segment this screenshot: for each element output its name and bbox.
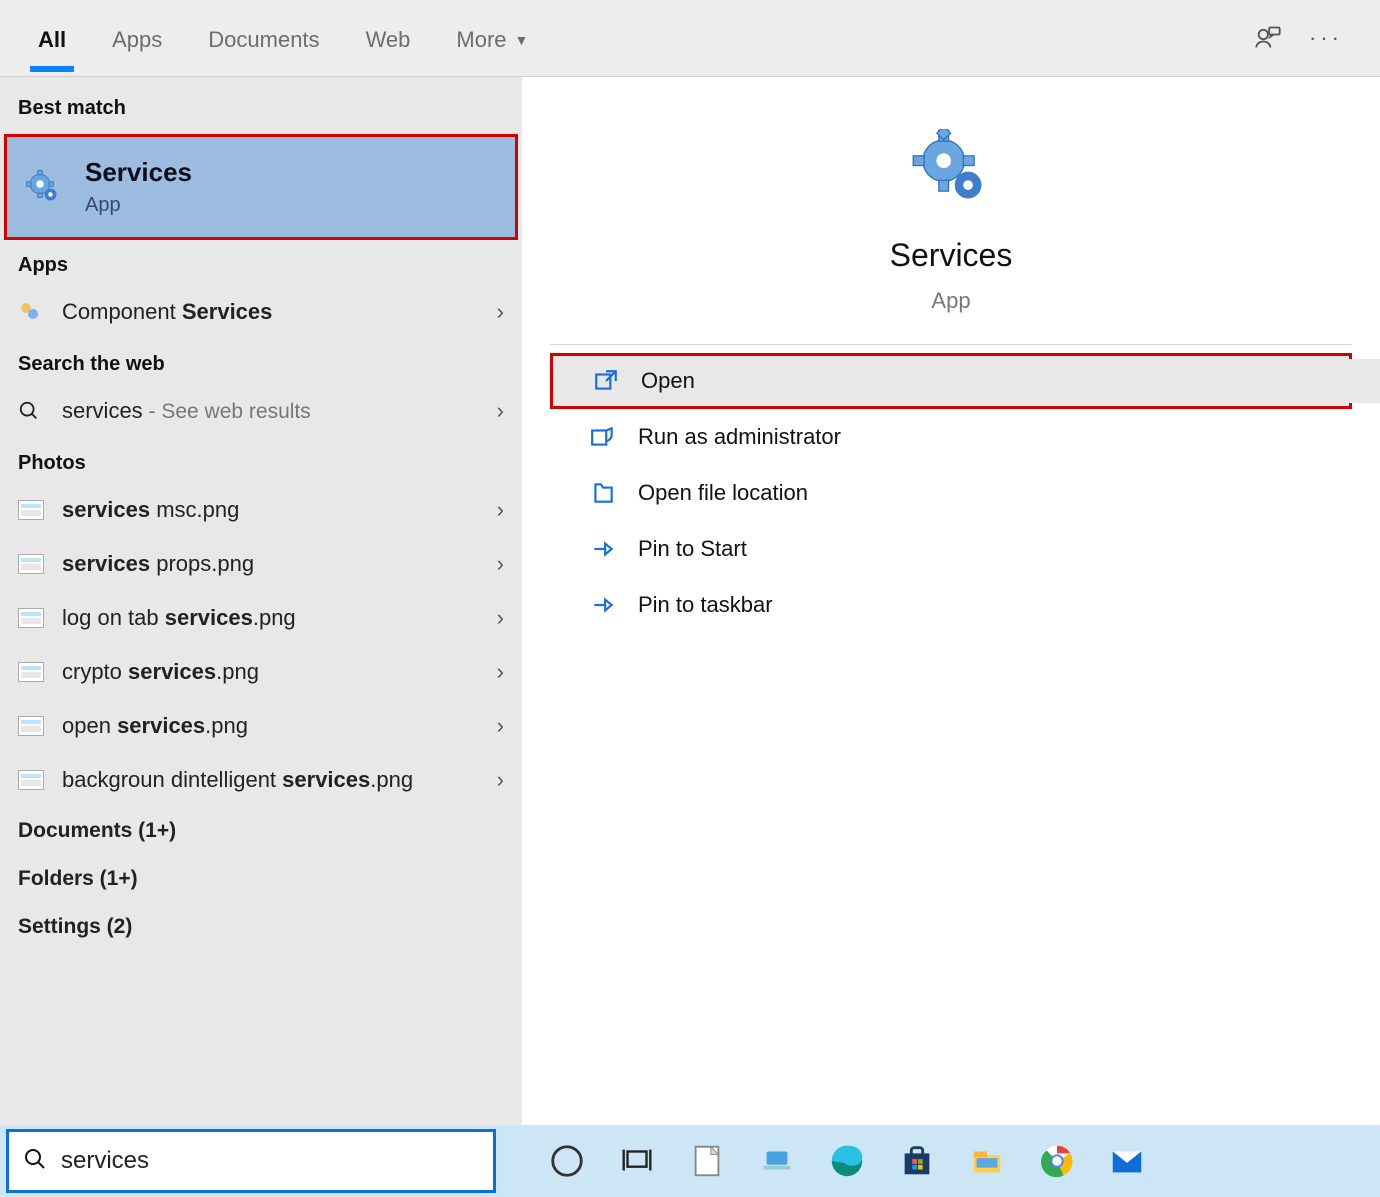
section-documents-count[interactable]: Documents (1+): [0, 807, 522, 855]
app-explorer-icon[interactable]: [952, 1125, 1022, 1197]
image-thumb-icon: [18, 715, 48, 737]
image-thumb-icon: [18, 553, 48, 575]
tab-documents[interactable]: Documents: [204, 5, 323, 71]
app-laptop-icon[interactable]: [742, 1125, 812, 1197]
pin-icon: [590, 592, 616, 618]
best-match-title: Services: [85, 157, 192, 188]
search-icon: [23, 1147, 47, 1176]
chevron-down-icon: ▼: [515, 32, 529, 48]
folder-icon: [590, 480, 616, 506]
action-run-admin[interactable]: Run as administrator: [550, 409, 1352, 465]
best-match-subtitle: App: [85, 194, 192, 217]
search-filter-tabs: All Apps Documents Web More ▼ ···: [0, 0, 1380, 77]
section-best-match: Best match: [0, 77, 522, 134]
action-pin-taskbar[interactable]: Pin to taskbar: [550, 577, 1352, 633]
shield-icon: [590, 424, 616, 450]
chevron-right-icon: ›: [497, 398, 504, 424]
image-thumb-icon: [18, 607, 48, 629]
photo-result[interactable]: backgroun dintelligent services.png ›: [0, 753, 522, 807]
pin-icon: [590, 536, 616, 562]
action-pin-start[interactable]: Pin to Start: [550, 521, 1352, 577]
open-icon: [593, 368, 619, 394]
action-open[interactable]: Open: [550, 353, 1352, 409]
action-open-label: Open: [641, 368, 695, 394]
results-panel: Best match: [0, 77, 522, 1125]
app-mail-icon[interactable]: [1092, 1125, 1162, 1197]
chevron-right-icon: ›: [497, 659, 504, 685]
detail-actions: Open Run as administrator Open file l: [550, 344, 1352, 633]
web-search-result[interactable]: services - See web results ›: [0, 384, 522, 438]
photo-label: log on tab services.png: [62, 605, 497, 631]
chevron-right-icon: ›: [497, 713, 504, 739]
detail-subtitle: App: [931, 288, 970, 314]
chevron-right-icon: ›: [497, 767, 504, 793]
app-result-component-services[interactable]: Component Services ›: [0, 285, 522, 339]
photo-result[interactable]: services props.png ›: [0, 537, 522, 591]
taskbar: [0, 1125, 1380, 1197]
app-result-label: Component Services: [62, 299, 497, 325]
photo-result[interactable]: log on tab services.png ›: [0, 591, 522, 645]
photo-label: open services.png: [62, 713, 497, 739]
app-edge-icon[interactable]: [812, 1125, 882, 1197]
action-pin-taskbar-label: Pin to taskbar: [638, 592, 773, 618]
best-match-result[interactable]: Services App: [4, 134, 518, 240]
chevron-right-icon: ›: [497, 299, 504, 325]
services-gear-icon: [912, 129, 990, 207]
image-thumb-icon: [18, 769, 48, 791]
more-options-icon[interactable]: ···: [1306, 18, 1346, 58]
tab-apps[interactable]: Apps: [108, 5, 166, 71]
tab-all[interactable]: All: [34, 5, 70, 71]
photo-result[interactable]: open services.png ›: [0, 699, 522, 753]
chevron-right-icon: ›: [497, 605, 504, 631]
photo-label: backgroun dintelligent services.png: [62, 767, 497, 793]
component-services-icon: [18, 301, 48, 323]
image-thumb-icon: [18, 661, 48, 683]
photo-result[interactable]: crypto services.png ›: [0, 645, 522, 699]
section-photos: Photos: [0, 438, 522, 483]
photo-label: services props.png: [62, 551, 497, 577]
section-apps: Apps: [0, 240, 522, 285]
section-folders-count[interactable]: Folders (1+): [0, 855, 522, 903]
app-store-icon[interactable]: [882, 1125, 952, 1197]
taskbar-search-box[interactable]: [6, 1129, 496, 1193]
action-open-location-label: Open file location: [638, 480, 808, 506]
tab-more-label: More: [456, 27, 506, 53]
section-search-web: Search the web: [0, 339, 522, 384]
services-gear-icon: [25, 169, 61, 205]
web-search-label: services - See web results: [62, 398, 497, 424]
photo-result[interactable]: services msc.png ›: [0, 483, 522, 537]
app-libreoffice-icon[interactable]: [672, 1125, 742, 1197]
chevron-right-icon: ›: [497, 551, 504, 577]
photo-label: crypto services.png: [62, 659, 497, 685]
app-chrome-icon[interactable]: [1022, 1125, 1092, 1197]
section-settings-count[interactable]: Settings (2): [0, 903, 522, 951]
feedback-icon[interactable]: [1248, 18, 1288, 58]
tab-more[interactable]: More ▼: [452, 5, 532, 71]
detail-panel: Services App Open R: [522, 77, 1380, 1125]
photo-label: services msc.png: [62, 497, 497, 523]
taskbar-search-input[interactable]: [61, 1147, 479, 1175]
detail-title: Services: [890, 237, 1013, 274]
image-thumb-icon: [18, 499, 48, 521]
chevron-right-icon: ›: [497, 497, 504, 523]
action-open-location[interactable]: Open file location: [550, 465, 1352, 521]
action-run-admin-label: Run as administrator: [638, 424, 841, 450]
tab-web[interactable]: Web: [362, 5, 415, 71]
action-pin-start-label: Pin to Start: [638, 536, 747, 562]
search-icon: [18, 400, 48, 422]
task-view-icon[interactable]: [602, 1125, 672, 1197]
cortana-icon[interactable]: [532, 1125, 602, 1197]
